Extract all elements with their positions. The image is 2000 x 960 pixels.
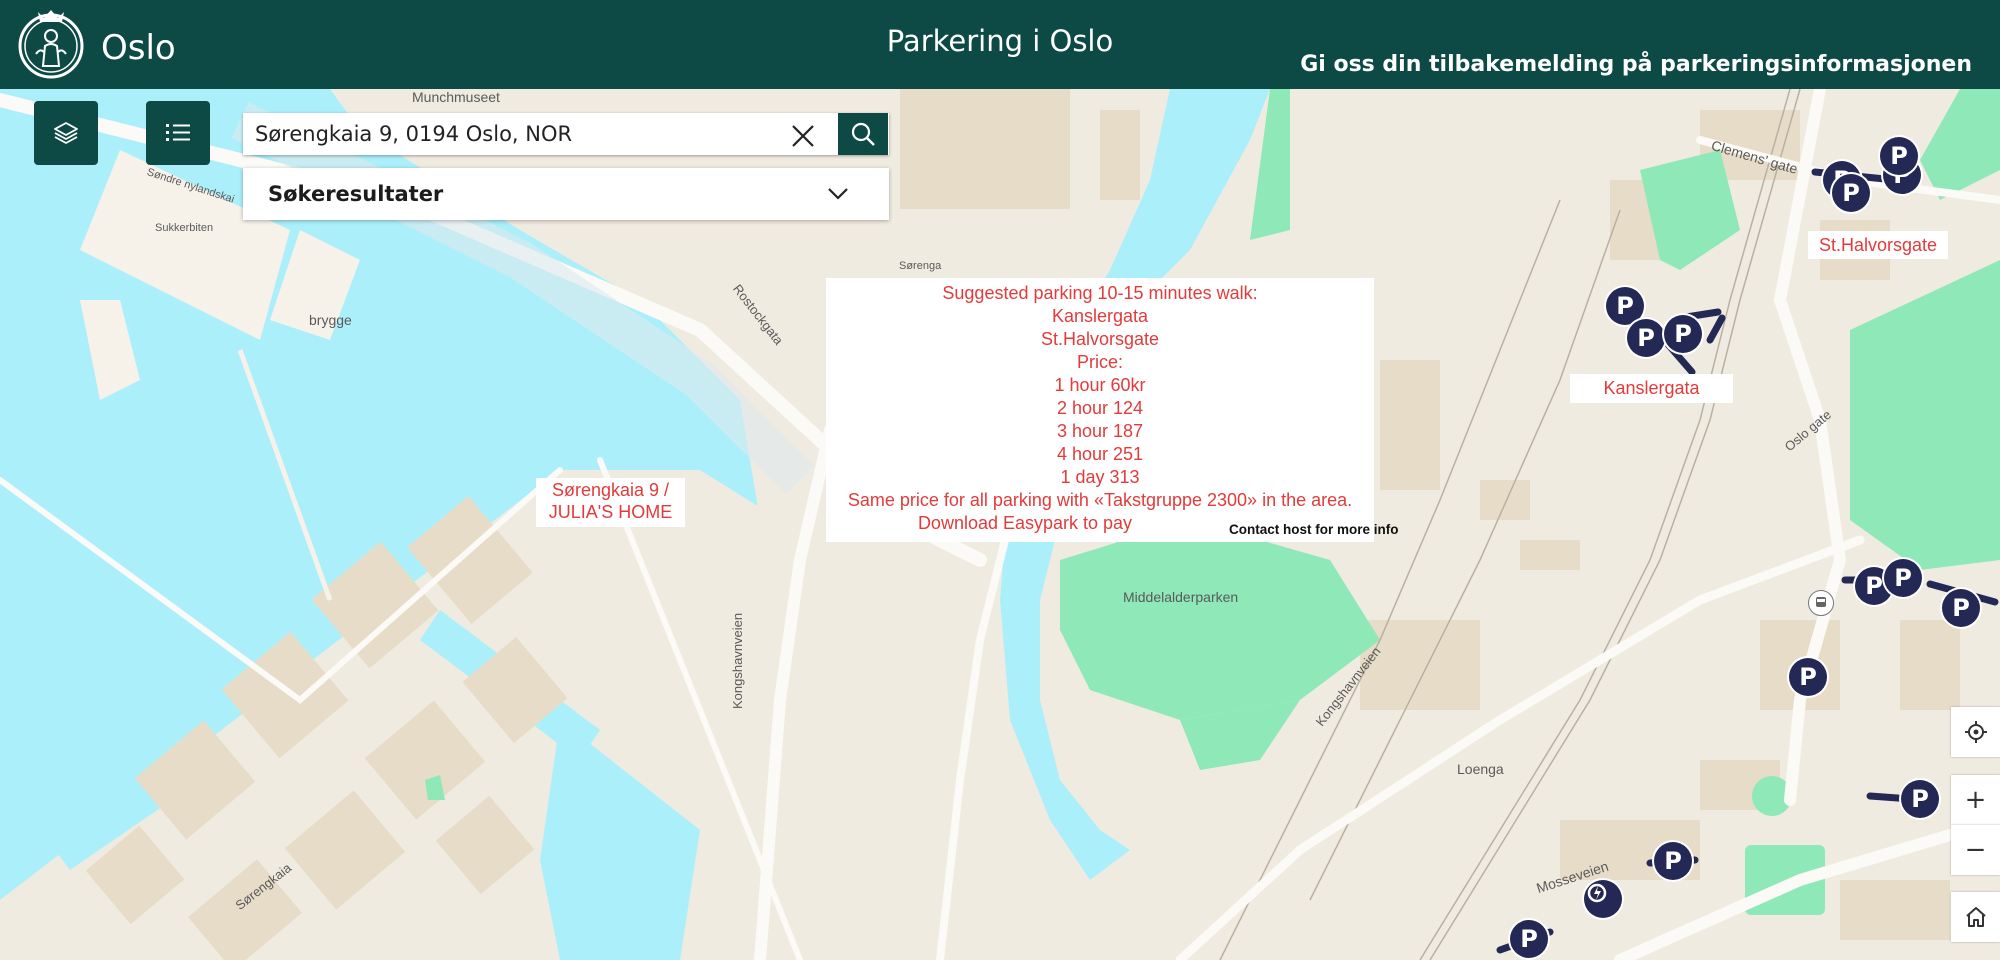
street-label-sukkerbiten: Sukkerbiten bbox=[155, 222, 214, 234]
st-halvorsgate-label: St.Halvorsgate bbox=[1808, 231, 1948, 259]
street-label-kongshavnveien-2: Kongshavnveien bbox=[730, 612, 745, 709]
parking-marker[interactable]: P bbox=[1664, 315, 1702, 353]
layers-icon bbox=[54, 122, 78, 144]
street-label-middelalderparken: Middelalderparken bbox=[1123, 589, 1239, 605]
zoom-out-label: − bbox=[1964, 835, 1987, 865]
parking-marker[interactable]: P bbox=[1654, 842, 1692, 880]
street-label-sorenga: Sørenga bbox=[899, 260, 942, 272]
note-line: Same price for all parking with «Takstgr… bbox=[847, 490, 1353, 510]
clear-search-button[interactable] bbox=[782, 118, 824, 154]
search-input[interactable] bbox=[243, 113, 777, 155]
layers-button[interactable] bbox=[34, 101, 98, 165]
street-label-munchmuseet: Munchmuseet bbox=[412, 89, 500, 105]
note-line: 1 hour 60kr bbox=[1054, 375, 1146, 395]
parking-marker[interactable]: P bbox=[1832, 174, 1870, 212]
note-line: Suggested parking 10-15 minutes walk: bbox=[942, 283, 1258, 303]
locate-button[interactable] bbox=[1951, 707, 2000, 757]
search-results-label: Søkeresultater bbox=[268, 182, 444, 206]
zoom-in-label: + bbox=[1964, 785, 1987, 815]
note-line: 2 hour 124 bbox=[1056, 398, 1144, 418]
note-line: St.Halvorsgate bbox=[1040, 329, 1160, 349]
parking-marker[interactable]: P bbox=[1789, 658, 1827, 696]
contact-host-text: Contact host for more info bbox=[1229, 522, 1399, 537]
search-icon bbox=[851, 122, 875, 146]
zoom-out-button[interactable]: − bbox=[1951, 825, 2000, 875]
locate-icon bbox=[1964, 721, 1987, 743]
note-line: 3 hour 187 bbox=[1056, 421, 1144, 441]
home-label-line2: JULIA'S HOME bbox=[548, 502, 673, 522]
app-header: Oslo Parkering i Oslo Gi oss din tilbake… bbox=[0, 0, 2000, 89]
search-button[interactable] bbox=[838, 113, 888, 155]
note-line: 1 day 313 bbox=[1060, 467, 1140, 487]
parking-marker[interactable]: P bbox=[1510, 920, 1548, 958]
home-icon bbox=[1965, 907, 1986, 927]
street-label-brygge: brygge bbox=[309, 312, 352, 328]
parking-marker[interactable]: P bbox=[1627, 319, 1665, 357]
parking-marker[interactable]: P bbox=[1942, 589, 1980, 627]
feedback-link[interactable]: Gi oss din tilbakemelding på parkeringsi… bbox=[1300, 52, 1972, 77]
note-line: Price: bbox=[1076, 352, 1123, 372]
zoom-in-button[interactable]: + bbox=[1951, 775, 2000, 825]
note-line: Kanslergata bbox=[1051, 306, 1149, 326]
ev-charger-icon bbox=[1587, 883, 1607, 903]
note-line: 4 hour 251 bbox=[1056, 444, 1144, 464]
chevron-down-icon bbox=[828, 188, 848, 200]
transit-stop-icon[interactable] bbox=[1808, 590, 1834, 616]
home-label-line1: Sørengkaia 9 / bbox=[551, 480, 670, 500]
kanslergata-label: Kanslergata bbox=[1570, 374, 1733, 403]
ev-charging-marker[interactable] bbox=[1584, 880, 1622, 918]
parking-marker[interactable]: P bbox=[1901, 780, 1939, 818]
list-button[interactable] bbox=[146, 101, 210, 165]
parking-marker[interactable]: P bbox=[1884, 559, 1922, 597]
home-button[interactable] bbox=[1951, 892, 2000, 942]
home-location-label: Sørengkaia 9 / JULIA'S HOME bbox=[536, 478, 685, 527]
street-label-loenga: Loenga bbox=[1457, 761, 1504, 777]
list-icon bbox=[166, 124, 190, 141]
parking-marker[interactable]: P bbox=[1880, 137, 1918, 175]
search-results-dropdown[interactable]: Søkeresultater bbox=[243, 168, 889, 220]
parking-suggestion-note: Suggested parking 10-15 minutes walk: Ka… bbox=[826, 278, 1374, 542]
close-icon bbox=[792, 125, 814, 147]
